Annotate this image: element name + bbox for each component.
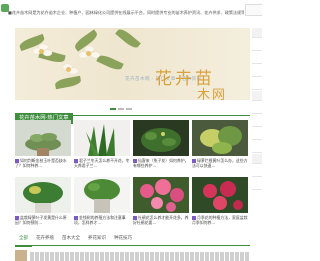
sidebar-item[interactable] xyxy=(252,39,262,51)
category-tabs: 全部 花卉养殖 苗木大全 养花知识 种花技巧 xyxy=(15,233,250,247)
article-card[interactable]: 金钱树的养殖方法和注意事项，怎样养才… xyxy=(74,177,130,233)
hot-articles-heading: 花卉苗木网-热门文章 xyxy=(15,104,250,124)
cyclamen-image xyxy=(133,120,189,156)
money-tree-image xyxy=(74,177,130,213)
article-thumbnail[interactable] xyxy=(192,177,248,213)
article-card[interactable]: 杜鹃花怎么养才能开花多，养好杜鹃花要… xyxy=(133,177,189,233)
article-thumbnail[interactable] xyxy=(74,177,130,213)
sidebar-item[interactable] xyxy=(252,78,262,90)
article-card[interactable]: 月季花的种植方法，家庭盆栽月季如何养… xyxy=(192,177,248,233)
article-title[interactable]: 杜鹃花怎么养才能开花多，养好杜鹃花要… xyxy=(133,215,189,227)
sidebar-header xyxy=(252,91,262,101)
article-card[interactable]: 绿萝烂根黄叶怎么办，这些方法可以快速… xyxy=(192,120,248,176)
article-thumbnail[interactable] xyxy=(74,120,130,156)
hero-banner[interactable]: 花卉苗木网 · 热门文章 · 苗木资讯 花卉苗 木网 xyxy=(15,28,250,100)
pothos-pot-image xyxy=(15,177,71,213)
article-thumbnail[interactable] xyxy=(15,120,71,156)
list-item-title[interactable] xyxy=(30,252,250,261)
article-title[interactable]: 君子兰冬天怎么养不开花，冬天养君子兰… xyxy=(74,158,130,170)
article-title[interactable]: 金钱树的养殖方法和注意事项，怎样养才… xyxy=(74,215,130,227)
flower-center xyxy=(66,67,71,72)
pothos-image xyxy=(192,120,248,156)
leaf-decoration xyxy=(115,28,141,51)
succulent-image xyxy=(15,120,71,156)
article-title[interactable]: 盆栽绿萝叶子发黄是什么原因？如何预防… xyxy=(15,215,71,227)
top-bar: ■花卉苗木网是为花卉苗木企业、种植户、园林绿化公司提供在线展示平台，同时提供专业… xyxy=(0,0,262,26)
article-card[interactable]: 盆栽绿萝叶子发黄是什么原因？如何预防… xyxy=(15,177,71,233)
sidebar-item[interactable] xyxy=(252,52,262,64)
flower-center xyxy=(86,51,91,56)
sidebar-item[interactable] xyxy=(252,178,262,190)
article-thumbnail[interactable] xyxy=(192,120,248,156)
article-thumbnail[interactable] xyxy=(133,120,189,156)
flower-petal xyxy=(43,50,52,56)
site-intro-text: ■花卉苗木网是为花卉苗木企业、种植户、园林绿化公司提供在线展示平台，同时提供专业… xyxy=(8,10,244,15)
list-thumbnail[interactable] xyxy=(15,250,27,261)
article-card[interactable]: 君子兰冬天怎么养不开花，冬天养君子兰… xyxy=(74,120,130,176)
tab-seedling-encyclopedia[interactable]: 苗木大全 xyxy=(58,233,84,245)
article-thumbnail[interactable] xyxy=(15,177,71,213)
article-title[interactable]: 如何判断金枝玉叶是否缺水了？如何种养… xyxy=(15,158,71,170)
right-sidebar xyxy=(252,28,262,261)
article-thumbnail[interactable] xyxy=(133,177,189,213)
sidebar-item[interactable] xyxy=(252,128,262,140)
article-title[interactable]: 仙客来（兔子花）如何养护，有哪些养护… xyxy=(133,158,189,170)
sidebar-item[interactable] xyxy=(252,65,262,77)
article-card[interactable]: 如何判断金枝玉叶是否缺水了？如何种养… xyxy=(15,120,71,176)
article-card[interactable]: 仙客来（兔子花）如何养护，有哪些养护… xyxy=(133,120,189,176)
sidebar-item[interactable] xyxy=(252,141,262,153)
article-title[interactable]: 月季花的种植方法，家庭盆栽月季如何养… xyxy=(192,215,248,227)
tab-all[interactable]: 全部 xyxy=(15,233,32,247)
sidebar-item[interactable] xyxy=(252,165,262,177)
leaf-decoration xyxy=(54,75,82,90)
sidebar-item[interactable] xyxy=(252,102,262,114)
sidebar-header xyxy=(252,154,262,164)
tab-flower-care[interactable]: 花卉养殖 xyxy=(32,233,58,245)
article-title[interactable]: 绿萝烂根黄叶怎么办，这些方法可以快速… xyxy=(192,158,248,170)
leaf-decoration xyxy=(96,52,124,73)
search-box[interactable] xyxy=(245,4,262,16)
tab-gardening-knowledge[interactable]: 养花知识 xyxy=(84,233,110,245)
banner-title-bottom: 木网 xyxy=(197,88,228,100)
rose-image xyxy=(192,177,248,213)
flower-center xyxy=(39,49,44,54)
sidebar-header xyxy=(252,28,262,38)
sidebar-item[interactable] xyxy=(252,115,262,127)
flower-petal xyxy=(91,52,100,58)
tab-planting-tips[interactable]: 种花技巧 xyxy=(110,233,136,245)
clivia-image xyxy=(74,120,130,156)
azalea-image xyxy=(133,177,189,213)
